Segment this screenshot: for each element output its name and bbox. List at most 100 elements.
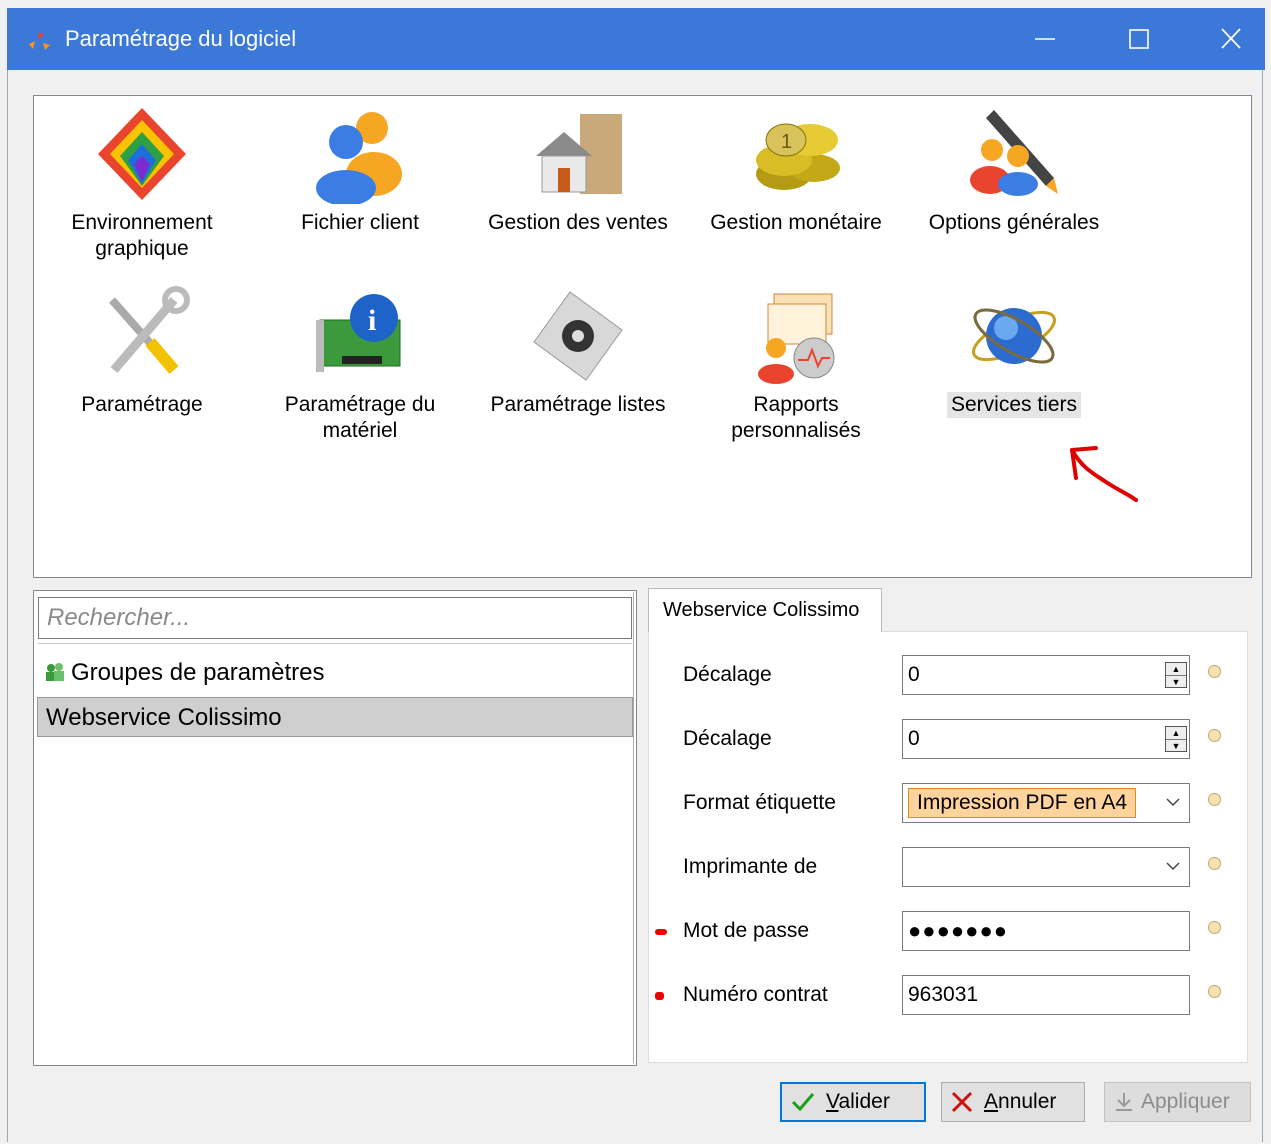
field-label: Décalage [683,663,772,686]
maximize-icon [1129,29,1149,49]
tile-parametrage-materiel[interactable]: i Paramétrage du matériel [255,286,465,444]
svg-text:1: 1 [781,131,792,153]
cancel-button[interactable]: Annuler [941,1082,1085,1122]
house-icon [536,114,622,194]
form-row-format-etiquette: Format étiquette Impression PDF en A4 [648,783,1268,823]
tile-services-tiers[interactable]: Services tiers [909,286,1119,418]
form-row-numero-contrat: Numéro contrat 963031 [648,975,1268,1015]
window-title: Paramétrage du logiciel [65,26,297,51]
search-input[interactable] [38,597,632,639]
tile-label: Gestion monétaire [710,211,882,234]
required-marker-icon [655,992,664,1000]
status-indicator-icon [1208,793,1221,806]
app-logo-icon [29,32,50,50]
reports-icon [758,293,835,384]
chevron-down-icon [1166,862,1180,871]
users-icon [316,112,402,204]
tile-label: Services tiers [946,392,1082,418]
decalage-stepper-1[interactable]: 0 ▲ ▼ [902,655,1190,695]
field-value: 0 [908,727,920,750]
tile-fichier-client[interactable]: Fichier client [255,104,465,236]
tile-options-generales[interactable]: Options générales [909,104,1119,236]
tile-parametrage-listes[interactable]: Paramétrage listes [473,286,683,418]
tools-icon [109,286,190,374]
check-icon [791,1093,815,1112]
group-icon [46,663,64,681]
hardware-info-icon: i [316,294,401,372]
tile-label: Paramétrage du matériel [284,393,436,442]
status-indicator-icon [1208,985,1221,998]
close-button[interactable] [1211,22,1251,56]
colorful-diamond-icon [98,108,186,200]
field-label: Numéro contrat [683,983,828,1006]
cancel-mnemonic: A [984,1090,999,1113]
spin-down-icon[interactable]: ▼ [1166,676,1186,688]
field-label: Décalage [683,727,772,750]
field-label: Imprimante de [683,855,818,878]
tile-environnement-graphique[interactable]: Environnement graphique [37,104,247,262]
close-icon [1221,28,1241,49]
form-row-decalage-1: Décalage 0 ▲ ▼ [648,655,1268,695]
settings-category-panel: Environnement graphique Fichier client G… [33,95,1252,578]
spin-down-icon[interactable]: ▼ [1166,740,1186,752]
download-arrow-icon [1116,1093,1132,1111]
divider [38,643,632,644]
maximize-button[interactable] [1119,22,1159,56]
window-titlebar: Paramétrage du logiciel [7,8,1265,70]
tile-label: Paramétrage [81,393,203,416]
list-gear-icon [533,291,623,381]
required-marker-icon [655,929,667,935]
form-row-decalage-2: Décalage 0 ▲ ▼ [648,719,1268,759]
apply-label: Appliquer [1141,1090,1230,1113]
close-icon [951,1091,973,1113]
field-label: Mot de passe [683,919,810,942]
parameter-tree-panel: Groupes de paramètres Webservice Colissi… [33,590,637,1066]
password-field[interactable]: ●●●●●●● [902,911,1190,951]
spinner-buttons[interactable]: ▲ ▼ [1165,662,1187,688]
spin-up-icon[interactable]: ▲ [1166,663,1186,676]
svg-text:i: i [368,304,376,337]
apply-button[interactable]: Appliquer [1104,1082,1251,1122]
status-indicator-icon [1208,857,1221,870]
minimize-icon [1035,38,1055,40]
tile-label: Paramétrage listes [490,393,666,416]
field-value: 963031 [908,983,979,1006]
tile-rapports-personnalises[interactable]: Rapports personnalisés [691,286,901,444]
field-value: 0 [908,663,920,686]
list-item-groupes-de-parametres[interactable]: Groupes de paramètres [37,653,633,693]
tile-label: Environnement graphique [71,211,213,260]
tile-label: Rapports personnalisés [731,393,861,442]
spin-up-icon[interactable]: ▲ [1166,727,1186,740]
cancel-label: nnuler [998,1090,1057,1113]
tile-label: Gestion des ventes [488,211,668,234]
globe-icon [972,308,1056,364]
annotation-arrow-icon [1070,446,1138,502]
tile-parametrage[interactable]: Paramétrage [37,286,247,418]
contract-number-field[interactable]: 963031 [902,975,1190,1015]
tile-gestion-monetaire[interactable]: 1 Gestion monétaire [691,104,901,236]
tile-gestion-des-ventes[interactable]: Gestion des ventes [473,104,683,236]
validate-mnemonic: V [826,1090,839,1113]
status-indicator-icon [1208,729,1221,742]
form-row-mot-de-passe: Mot de passe ●●●●●●● [648,911,1268,951]
tab-webservice-colissimo[interactable]: Webservice Colissimo [648,588,882,632]
list-item-webservice-colissimo[interactable]: Webservice Colissimo [37,697,633,737]
validate-button[interactable]: Valider [780,1082,926,1122]
field-label: Format étiquette [683,791,836,814]
tile-label: Options générales [928,211,1100,234]
coins-icon: 1 [756,123,840,190]
tile-label: Fichier client [301,211,419,234]
spinner-buttons[interactable]: ▲ ▼ [1165,726,1187,752]
minimize-button[interactable] [1025,22,1065,56]
form-row-imprimante: Imprimante de [648,847,1268,887]
status-indicator-icon [1208,921,1221,934]
list-item-label: Groupes de paramètres [71,659,325,686]
decalage-stepper-2[interactable]: 0 ▲ ▼ [902,719,1190,759]
imprimante-select[interactable] [902,847,1190,887]
users-pen-icon [970,110,1058,196]
list-item-label: Webservice Colissimo [46,704,282,731]
chevron-down-icon [1166,798,1180,807]
validate-label: alider [838,1090,890,1113]
field-value: ●●●●●●● [908,918,1009,943]
format-etiquette-select[interactable]: Impression PDF en A4 [902,783,1190,823]
